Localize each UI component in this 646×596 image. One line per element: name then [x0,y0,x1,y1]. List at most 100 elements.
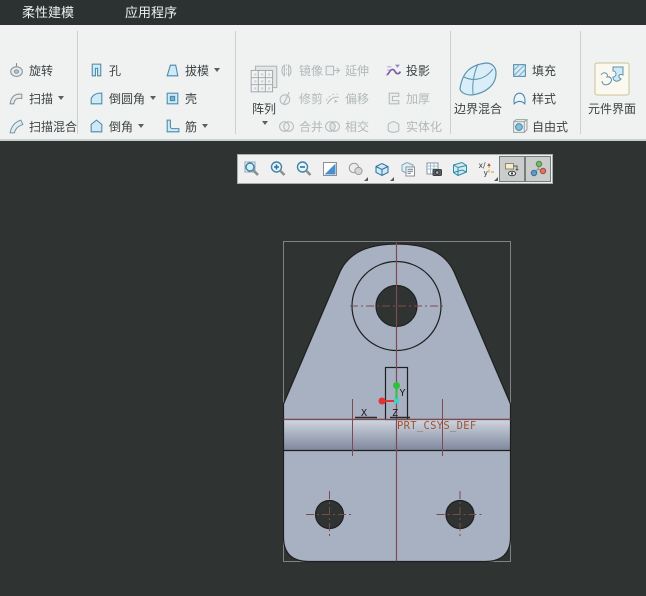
view-manager-button[interactable] [395,156,421,182]
draft-button[interactable]: 拔模 [161,58,223,82]
csys-origin-marker [394,399,399,404]
button-label: 孔 [109,62,121,79]
button-label: 扫描 [29,90,53,107]
csys-x-dot [379,398,386,405]
rib-icon [164,118,181,135]
button-label: 拔模 [185,62,209,79]
button-label: 倒角 [109,118,133,135]
spin-center-icon [529,160,547,178]
spin-center-toggle[interactable] [525,156,551,182]
thicken-icon [385,90,402,107]
capture-button[interactable] [421,156,447,182]
swept-blend-button[interactable]: 扫描混合 [5,114,80,138]
button-label: 相交 [345,118,369,135]
intersect-icon [324,118,341,135]
style-button[interactable]: 样式 [508,86,559,110]
sweep-button[interactable]: 扫描 [5,86,67,110]
component-interface-button[interactable]: 元件界面 [582,56,642,138]
zoom-in-icon [269,160,287,178]
shell-icon [164,90,181,107]
component-interface-icon [593,56,631,102]
ribbon: 旋转 扫描 扫描混合 孔 倒圆角 倒角 拔模 [0,25,646,141]
button-label: 自由式 [532,118,568,135]
boundary-blend-icon [456,56,500,102]
button-label: 壳 [185,90,197,107]
revolve-button[interactable]: 旋转 [5,58,56,82]
mirror-button: 镜像 [275,58,326,82]
button-label: 筋 [185,118,197,135]
style-icon [511,90,528,107]
thicken-button: 加厚 [382,86,433,110]
ribbon-tab-bar: 柔性建模 应用程序 [0,0,646,25]
axis-label-x: X [361,408,367,419]
button-label: 扫描混合 [29,118,77,135]
display-style-button[interactable] [343,156,369,182]
axis-label-z: Z [392,408,398,419]
chamfer-icon [88,118,105,135]
perspective-view-button[interactable] [447,156,473,182]
chamfer-button[interactable]: 倒角 [85,114,147,138]
hole-button[interactable]: 孔 [85,58,124,82]
dropdown-corner-icon[interactable] [390,177,394,181]
annotation-display-icon [503,160,521,178]
merge-icon [278,118,295,135]
boundary-blend-button[interactable]: 边界混合 [450,56,506,138]
offset-icon [324,90,341,107]
tab-flexible-modeling[interactable]: 柔性建模 [10,0,86,25]
saved-orientations-button[interactable] [369,156,395,182]
sweep-icon [8,90,25,107]
capture-icon [425,160,443,178]
project-button[interactable]: 投影 [382,58,433,82]
repaint-icon [321,160,339,178]
dropdown-arrow-icon[interactable] [214,68,220,72]
dropdown-arrow-icon[interactable] [58,96,64,100]
dropdown-arrow-icon[interactable] [150,96,156,100]
zoom-out-button[interactable] [291,156,317,182]
saved-orientations-icon [373,160,391,178]
rib-button[interactable]: 筋 [161,114,211,138]
button-label: 倒圆角 [109,90,145,107]
dropdown-arrow-icon[interactable] [138,124,144,128]
shell-button[interactable]: 壳 [161,86,200,110]
button-label: 偏移 [345,90,369,107]
graphics-area[interactable]: X Z Y PRT_CSYS_DEF [0,143,646,596]
button-label: 边界混合 [454,102,502,117]
merge-button: 合并 [275,114,326,138]
mirror-icon [278,62,295,79]
button-label: 旋转 [29,62,53,79]
project-icon [385,62,402,79]
dropdown-arrow-icon[interactable] [262,121,268,125]
annotation-display-toggle[interactable] [499,156,525,182]
extend-icon [324,62,341,79]
graphics-toolbar: x/y [237,154,553,184]
trim-icon [278,90,295,107]
button-label: 延伸 [345,62,369,79]
dropdown-corner-icon[interactable] [494,177,498,181]
svg-text:y: y [484,169,489,178]
button-label: 实体化 [406,118,442,135]
swept-blend-icon [8,118,25,135]
datum-display-button[interactable]: x/y [473,156,499,182]
button-label: 投影 [406,62,430,79]
axis-label-y: Y [400,388,406,399]
round-button[interactable]: 倒圆角 [85,86,159,110]
freestyle-button[interactable]: 自由式 [508,114,571,138]
view-manager-icon [399,160,417,178]
draft-icon [164,62,181,79]
button-label: 加厚 [406,90,430,107]
button-label: 填充 [532,62,556,79]
button-label: 修剪 [299,90,323,107]
dropdown-arrow-icon[interactable] [202,124,208,128]
dropdown-corner-icon[interactable] [364,177,368,181]
solidify-icon [385,118,402,135]
zoom-in-button[interactable] [265,156,291,182]
repaint-button[interactable] [317,156,343,182]
fill-button[interactable]: 填充 [508,58,559,82]
hole-icon [88,62,105,79]
csys-label[interactable]: PRT_CSYS_DEF [397,420,476,432]
button-label: 合并 [299,118,323,135]
display-style-icon [347,160,365,178]
tab-applications[interactable]: 应用程序 [113,0,189,25]
group-separator [235,31,236,134]
zoom-refit-button[interactable] [239,156,265,182]
